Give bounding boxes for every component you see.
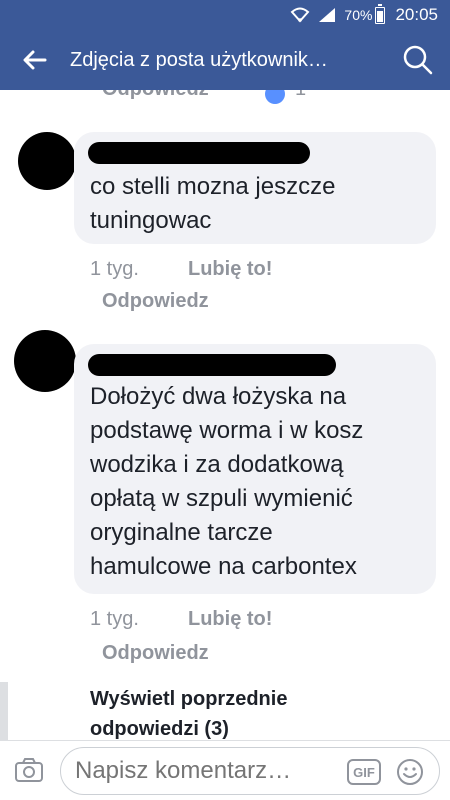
comment-input-box[interactable]: GIF (60, 747, 440, 795)
comment-text: co stelli mozna jeszcze tuningowac (90, 170, 420, 238)
comment-line: opłatą w szpuli wymienić (90, 485, 353, 512)
like-link[interactable]: Lubię to! (188, 258, 272, 281)
view-previous-line: odpowiedzi (3) (90, 718, 229, 740)
back-button[interactable] (0, 30, 70, 90)
smiley-icon (397, 759, 423, 785)
avatar[interactable] (18, 132, 76, 190)
comment-line: wodzika i za dodatkową (90, 451, 344, 478)
reply-link[interactable]: Odpowiedz (102, 290, 209, 313)
comment-composer: GIF (0, 740, 450, 800)
search-button[interactable] (402, 44, 434, 76)
gif-label: GIF (353, 764, 375, 780)
camera-icon (15, 758, 43, 782)
comment-bubble: Dołożyć dwa łożyska na podstawę worma i … (74, 344, 436, 594)
comment-line: co stelli mozna jeszcze (90, 173, 336, 200)
redacted-author-name (88, 354, 336, 376)
reply-link-partial[interactable]: Odpowiedz (102, 90, 209, 101)
redacted-author-name (88, 142, 310, 164)
comment-time[interactable]: 1 tyg. (90, 258, 139, 281)
comment-line: hamulcowe na carbontex (90, 553, 357, 580)
avatar[interactable] (14, 330, 76, 392)
like-link[interactable]: Lubię to! (188, 608, 272, 631)
comment-line: Dołożyć dwa łożyska na (90, 383, 347, 410)
like-count-partial: 1 (295, 90, 306, 101)
signal-icon (318, 7, 336, 23)
comment-bubble: co stelli mozna jeszcze tuningowac (74, 132, 436, 244)
comment-line: oryginalne tarcze (90, 519, 273, 546)
page-title: Zdjęcia z posta użytkownik… (70, 48, 328, 71)
emoji-button[interactable] (395, 757, 425, 787)
view-previous-replies-link[interactable]: Wyświetl poprzednie odpowiedzi (3) (90, 684, 287, 740)
thread-line (0, 682, 8, 740)
battery-percent: 70% (344, 7, 373, 23)
comment-text: Dołożyć dwa łożyska na podstawę worma i … (90, 380, 430, 584)
clock: 20:05 (395, 5, 438, 24)
view-previous-line: Wyświetl poprzednie (90, 688, 288, 710)
comment-line: podstawę worma i w kosz (90, 417, 364, 444)
back-arrow-icon (23, 50, 47, 70)
app-bar: Zdjęcia z posta użytkownik… (0, 30, 450, 90)
camera-button[interactable] (14, 757, 44, 783)
comments-list[interactable]: Odpowiedz 1 co stelli mozna jeszcze tuni… (0, 90, 450, 740)
comment-time[interactable]: 1 tyg. (90, 608, 139, 631)
search-icon (403, 45, 433, 75)
status-bar: 70% 20:05 (0, 0, 450, 30)
gif-button[interactable]: GIF (347, 759, 381, 785)
battery-icon (375, 3, 386, 24)
comment-line: tuningowac (90, 207, 212, 234)
reply-link[interactable]: Odpowiedz (102, 642, 209, 665)
comment-input[interactable] (75, 757, 335, 785)
wifi-icon (290, 7, 310, 23)
like-reaction-icon (265, 90, 285, 104)
